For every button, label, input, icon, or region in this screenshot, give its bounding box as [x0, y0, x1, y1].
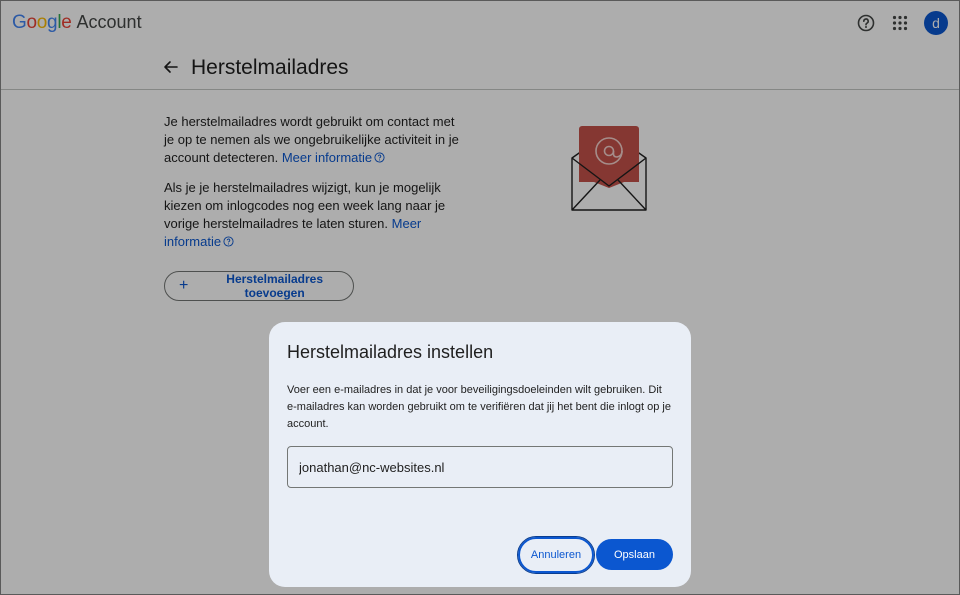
dialog-title: Herstelmailadres instellen [287, 342, 494, 362]
recovery-email-input[interactable] [287, 446, 673, 488]
save-button[interactable]: Opslaan [596, 539, 673, 570]
set-recovery-email-dialog: Herstelmailadres instellen Voer een e-ma… [269, 322, 691, 587]
cancel-button[interactable]: Annuleren [517, 536, 595, 574]
dialog-description: Voer een e-mailadres in dat je voor beve… [287, 384, 671, 430]
